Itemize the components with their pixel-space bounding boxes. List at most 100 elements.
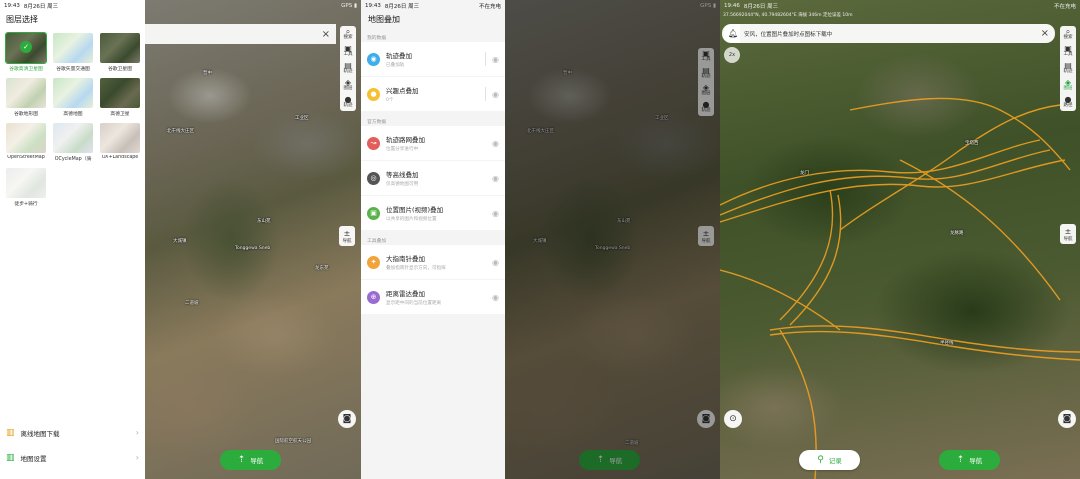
- track-overlay: [720, 97, 1080, 479]
- search-tool-button[interactable]: ⌕ 搜索: [1060, 26, 1076, 43]
- eye-icon[interactable]: ◉: [492, 209, 499, 218]
- overlay-row[interactable]: ▣ 位置图片(视频)叠加 以共享的图片和视频位置 ◉: [361, 196, 505, 230]
- overlay-row[interactable]: ✦ 大指南针叠加 叠加指南针显示方向，可指挥 ◉: [361, 245, 505, 279]
- map-settings-label: 地图设置: [20, 454, 47, 463]
- status-date: 8月26日 周三: [384, 4, 420, 10]
- map-view-dimmed[interactable]: GPS ▮ ▣ 工具 ▤ 轨迹 ◈ 图层 ● 轨迹 ± 导航 ◙ ⇡ 导航 晋中 北干线…: [505, 0, 720, 479]
- track-button[interactable]: ▤ 轨迹: [1060, 60, 1076, 77]
- overlay-subtitle: 以共享的图片和视频位置: [386, 217, 437, 222]
- navigate-button[interactable]: ⇡ 导航: [220, 450, 281, 470]
- layer-option[interactable]: 谷歌地形图: [5, 78, 47, 117]
- status-date: 8月26日 周三: [23, 4, 59, 10]
- chevron-right-icon: ›: [135, 428, 139, 437]
- status-bar: 19:46 8月26日 周三 不在充电: [720, 0, 1080, 12]
- compass-icon: ±: [343, 228, 351, 238]
- tools-button[interactable]: ▣ 工具: [698, 48, 714, 65]
- overlay-subtitle: 仅高德地图可用: [386, 182, 419, 187]
- layer-option[interactable]: 高德卫星: [99, 78, 141, 117]
- map-label: 龙门: [800, 171, 809, 176]
- compass-button[interactable]: ± 导航: [698, 226, 714, 246]
- layer-option[interactable]: OpenStreetMap: [5, 123, 47, 162]
- layer-option[interactable]: OCycleMap（骑: [52, 123, 94, 162]
- search-bar[interactable]: ×: [145, 24, 336, 44]
- user-button[interactable]: ● 路径: [1060, 94, 1076, 111]
- tools-button[interactable]: ▣ 工具: [1060, 43, 1076, 60]
- chevron-right-icon: ›: [135, 453, 139, 462]
- layer-thumbnail: [53, 33, 93, 63]
- map-label: 二道坡: [625, 441, 639, 446]
- layer-thumbnail: [53, 78, 93, 108]
- charging-status: 不在充电: [1053, 4, 1076, 10]
- overlay-subtitle: 位置分享进行中: [386, 147, 419, 152]
- contour-icon: ◎: [367, 171, 380, 185]
- track-button[interactable]: ▤ 轨迹: [698, 65, 714, 82]
- divider: [485, 87, 487, 101]
- locate-button[interactable]: ⊙: [724, 410, 742, 428]
- navigate-button[interactable]: ⇡ 导航: [939, 450, 1000, 470]
- camera-button[interactable]: ◙: [697, 410, 715, 428]
- layer-option[interactable]: 徒步+骑行: [5, 168, 47, 207]
- map-label: 工业区: [295, 116, 309, 121]
- layers-button[interactable]: ◈ 图层: [698, 82, 714, 99]
- divider: [485, 52, 487, 66]
- compass-button[interactable]: ± 导航: [339, 226, 355, 246]
- compass-icon: ±: [1064, 226, 1072, 236]
- layer-label: 谷歌卫星图: [108, 67, 132, 72]
- overlay-text: 位置图片(视频)叠加 以共享的图片和视频位置: [386, 204, 443, 222]
- tools-button[interactable]: ▣ 工具: [340, 43, 356, 60]
- track-button[interactable]: ▤ 轨迹: [340, 60, 356, 77]
- record-button[interactable]: ⚲ 记录: [799, 450, 860, 470]
- layer-option[interactable]: 高德地图: [52, 78, 94, 117]
- camera-button[interactable]: ◙: [338, 410, 356, 428]
- status-date: 8月26日 周三: [743, 4, 779, 10]
- eye-icon[interactable]: ◉: [492, 139, 499, 148]
- gps-indicator: GPS ▮: [341, 3, 357, 9]
- compass-button[interactable]: ± 导航: [1060, 224, 1076, 244]
- overlay-row[interactable]: ↝ 轨迹路网叠加 位置分享进行中 ◉: [361, 126, 505, 160]
- tip-banner[interactable]: 🔔︎ 安风，位置图片叠加时点图标下载中 ×: [722, 24, 1055, 43]
- status-bar: GPS ▮: [145, 0, 361, 12]
- navigate-button[interactable]: ⇡ 导航: [579, 450, 640, 470]
- search-tool-button[interactable]: ⌕ 搜索: [340, 26, 356, 43]
- map-settings-icon: ▥: [6, 452, 15, 463]
- close-icon[interactable]: ×: [1041, 28, 1049, 39]
- eye-icon[interactable]: ◉: [492, 258, 499, 267]
- eye-icon[interactable]: ◉: [492, 90, 499, 99]
- layer-thumbnail: ✓: [5, 32, 47, 64]
- eye-icon[interactable]: ◉: [492, 55, 499, 64]
- map-label: 大城镇: [173, 239, 187, 244]
- overlay-row[interactable]: ◎ 等高线叠加 仅高德地图可用 ◉: [361, 161, 505, 195]
- bell-icon: 🔔︎: [728, 29, 739, 38]
- layer-option[interactable]: ✓ 谷歌高清卫星图: [5, 32, 47, 72]
- map-settings-row[interactable]: ▥ 地图设置 ›: [0, 445, 145, 470]
- map-view[interactable]: GPS ▮ × ⌕ 搜索 ▣ 工具 ▤ 轨迹 ◈ 图层 ● 轨迹 ± 导航 ◙ ⇡ 导航 …: [145, 0, 361, 479]
- layer-thumbnail: [100, 78, 140, 108]
- map-label: 北干线大庄区: [527, 129, 554, 134]
- layer-thumbnail: [6, 123, 46, 153]
- eye-icon[interactable]: ◉: [492, 174, 499, 183]
- layers-button[interactable]: ◈ 图层: [1060, 77, 1076, 94]
- map-label: 半径线: [940, 341, 954, 346]
- zoom-indicator[interactable]: 2x: [724, 47, 740, 63]
- overlay-text: 距离雷达叠加 显示距中间的当前位置距离: [386, 288, 441, 306]
- layer-option[interactable]: 谷歌卫星图: [99, 33, 141, 72]
- overlay-row[interactable]: ⊕ 距离雷达叠加 显示距中间的当前位置距离 ◉: [361, 280, 505, 314]
- eye-icon[interactable]: ◉: [492, 293, 499, 302]
- overlay-row[interactable]: ◉ 轨迹叠加 已叠加轨 ◉: [361, 42, 505, 76]
- status-bar: 19:43 8月26日 周三 不在充电: [361, 0, 505, 12]
- overlay-text: 轨迹叠加 已叠加轨: [386, 50, 412, 68]
- poi-pin-icon: ●: [367, 87, 380, 101]
- offline-map-download-row[interactable]: ▥ 离线地图下载 ›: [0, 420, 145, 445]
- overlay-row[interactable]: ● 兴趣点叠加 0个 ◉: [361, 77, 505, 111]
- camera-icon: ◙: [342, 414, 352, 424]
- layers-button[interactable]: ◈ 图层: [340, 77, 356, 94]
- close-icon[interactable]: ×: [322, 29, 330, 40]
- layer-option[interactable]: OX+Landscape: [99, 123, 141, 162]
- camera-button[interactable]: ◙: [1058, 410, 1076, 428]
- layer-option[interactable]: 谷歌矢量交通图: [52, 33, 94, 72]
- map-view-tracks[interactable]: 19:46 8月26日 周三 不在充电 37.56692044°N, 40.79…: [720, 0, 1080, 479]
- user-button[interactable]: ● 轨迹: [340, 94, 356, 111]
- user-button[interactable]: ● 轨迹: [698, 99, 714, 116]
- layer-label: 谷歌矢量交通图: [56, 67, 90, 72]
- gps-indicator: GPS ▮: [700, 3, 716, 9]
